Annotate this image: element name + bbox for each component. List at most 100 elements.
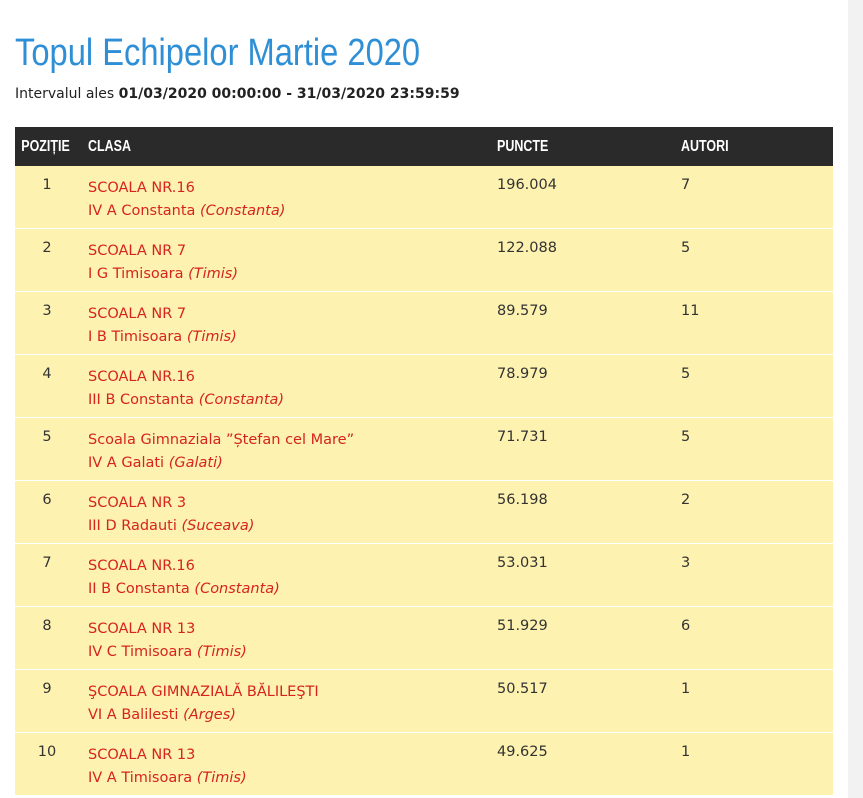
- table-row: 5 Scoala Gimnaziala ”Ștefan cel Mare” IV A…: [15, 418, 833, 481]
- row-points: 49.625: [497, 744, 548, 760]
- header-position[interactable]: POZIȚIE: [15, 138, 72, 156]
- row-position: 4: [42, 366, 52, 382]
- interval-line: Intervalul ales 01/03/2020 00:00:00 - 31…: [15, 86, 460, 102]
- interval-label: Intervalul ales: [15, 86, 115, 102]
- row-class-cell: SCOALA NR 7I B Timisoara (Timis): [79, 292, 497, 354]
- row-class-cell: SCOALA NR 3 III D Radauti (Suceava): [79, 481, 497, 543]
- row-class-cell: SCOALA NR.16 III B Constanta (Constanta): [79, 355, 497, 417]
- school-link[interactable]: SCOALA NR.16: [88, 555, 497, 578]
- class-name[interactable]: IV A Constanta: [88, 203, 195, 219]
- interval-range: 01/03/2020 00:00:00 - 31/03/2020 23:59:5…: [118, 86, 460, 102]
- row-position: 10: [37, 744, 57, 760]
- class-link[interactable]: IV A Constanta (Constanta): [88, 200, 497, 223]
- table-row: 6 SCOALA NR 3 III D Radauti (Suceava) 56.19…: [15, 481, 833, 544]
- header-points[interactable]: PUNCTE: [497, 138, 641, 156]
- row-authors: 1: [681, 744, 691, 760]
- row-points: 56.198: [497, 492, 548, 508]
- table-row: 10 SCOALA NR 13 IV A Timisoara (Timis) 49.6…: [15, 733, 833, 796]
- row-position: 3: [42, 303, 52, 319]
- row-class-cell: SCOALA NR 13 IV A Timisoara (Timis): [79, 733, 497, 795]
- row-class-cell: ŞCOALA GIMNAZIALĂ BĂLILEŞTI VI A Balilest…: [79, 670, 497, 732]
- class-name[interactable]: IV A Galati: [88, 455, 164, 471]
- school-link[interactable]: Scoala Gimnaziala ”Ștefan cel Mare”: [88, 429, 497, 452]
- row-authors: 2: [681, 492, 691, 508]
- class-name[interactable]: VI A Balilesti: [88, 707, 178, 723]
- row-points: 50.517: [497, 681, 548, 697]
- row-points: 51.929: [497, 618, 548, 634]
- class-name[interactable]: II B Constanta: [88, 581, 190, 597]
- row-authors: 5: [681, 240, 691, 256]
- county-name[interactable]: (Arges): [183, 707, 236, 723]
- county-name[interactable]: (Suceava): [181, 518, 254, 534]
- row-authors: 5: [681, 429, 691, 445]
- county-name[interactable]: (Constanta): [199, 392, 284, 408]
- school-link[interactable]: SCOALA NR 13: [88, 744, 497, 767]
- page-content: Topul Echipelor Martie 2020 Intervalul a…: [0, 0, 848, 798]
- class-link[interactable]: VI A Balilesti (Arges): [88, 704, 497, 727]
- row-position: 8: [42, 618, 52, 634]
- row-authors: 11: [681, 303, 700, 319]
- county-name[interactable]: (Timis): [197, 770, 247, 786]
- scrollbar-gutter[interactable]: [848, 0, 863, 798]
- class-name[interactable]: I B Timisoara: [88, 329, 182, 345]
- row-points: 89.579: [497, 303, 548, 319]
- school-link[interactable]: SCOALA NR.16: [88, 177, 497, 200]
- row-authors: 7: [681, 177, 691, 193]
- class-name[interactable]: I G Timisoara: [88, 266, 183, 282]
- class-link[interactable]: I G Timisoara (Timis): [88, 263, 497, 286]
- row-authors: 5: [681, 366, 691, 382]
- school-link[interactable]: SCOALA NR 7: [88, 240, 497, 263]
- row-points: 53.031: [497, 555, 548, 571]
- table-row: 2 SCOALA NR 7I G Timisoara (Timis) 122.088…: [15, 229, 833, 292]
- table-row: 1 SCOALA NR.16 IV A Constanta (Constanta) 1…: [15, 166, 833, 229]
- header-class[interactable]: CLASA: [88, 138, 407, 156]
- table-header: POZIȚIE CLASA PUNCTE AUTORI: [15, 127, 833, 166]
- table-row: 9 ŞCOALA GIMNAZIALĂ BĂLILEŞTI VI A Baliles…: [15, 670, 833, 733]
- school-link[interactable]: SCOALA NR 7: [88, 303, 497, 326]
- class-link[interactable]: III B Constanta (Constanta): [88, 389, 497, 412]
- table-body: 1 SCOALA NR.16 IV A Constanta (Constanta) 1…: [15, 166, 833, 796]
- row-position: 7: [42, 555, 52, 571]
- row-points: 122.088: [497, 240, 557, 256]
- row-position: 5: [42, 429, 52, 445]
- county-name[interactable]: (Timis): [197, 644, 247, 660]
- row-position: 6: [42, 492, 52, 508]
- class-name[interactable]: III B Constanta: [88, 392, 194, 408]
- teams-ranking-table: POZIȚIE CLASA PUNCTE AUTORI 1 SCOALA NR.1…: [15, 127, 833, 796]
- class-name[interactable]: IV A Timisoara: [88, 770, 192, 786]
- table-row: 3 SCOALA NR 7I B Timisoara (Timis) 89.579 1…: [15, 292, 833, 355]
- county-name[interactable]: (Timis): [188, 266, 238, 282]
- class-link[interactable]: III D Radauti (Suceava): [88, 515, 497, 538]
- row-authors: 3: [681, 555, 691, 571]
- county-name[interactable]: (Galati): [169, 455, 223, 471]
- school-link[interactable]: SCOALA NR 3: [88, 492, 497, 515]
- row-class-cell: SCOALA NR.16 II B Constanta (Constanta): [79, 544, 497, 606]
- row-position: 2: [42, 240, 52, 256]
- row-position: 9: [42, 681, 52, 697]
- county-name[interactable]: (Constanta): [200, 203, 285, 219]
- class-link[interactable]: IV A Galati (Galati): [88, 452, 497, 475]
- row-points: 71.731: [497, 429, 548, 445]
- row-class-cell: Scoala Gimnaziala ”Ștefan cel Mare” IV A …: [79, 418, 497, 480]
- page-title: Topul Echipelor Martie 2020: [15, 32, 421, 74]
- class-link[interactable]: IV A Timisoara (Timis): [88, 767, 497, 790]
- county-name[interactable]: (Constanta): [194, 581, 279, 597]
- class-name[interactable]: III D Radauti: [88, 518, 177, 534]
- class-link[interactable]: IV C Timisoara (Timis): [88, 641, 497, 664]
- class-link[interactable]: I B Timisoara (Timis): [88, 326, 497, 349]
- row-class-cell: SCOALA NR.16 IV A Constanta (Constanta): [79, 166, 497, 228]
- table-row: 4 SCOALA NR.16 III B Constanta (Constanta)…: [15, 355, 833, 418]
- row-authors: 6: [681, 618, 691, 634]
- school-link[interactable]: ŞCOALA GIMNAZIALĂ BĂLILEŞTI: [88, 681, 497, 704]
- class-link[interactable]: II B Constanta (Constanta): [88, 578, 497, 601]
- school-link[interactable]: SCOALA NR.16: [88, 366, 497, 389]
- row-points: 78.979: [497, 366, 548, 382]
- header-authors[interactable]: AUTORI: [681, 138, 800, 156]
- table-row: 7 SCOALA NR.16 II B Constanta (Constanta) 5…: [15, 544, 833, 607]
- row-authors: 1: [681, 681, 691, 697]
- county-name[interactable]: (Timis): [187, 329, 237, 345]
- class-name[interactable]: IV C Timisoara: [88, 644, 192, 660]
- row-class-cell: SCOALA NR 7I G Timisoara (Timis): [79, 229, 497, 291]
- school-link[interactable]: SCOALA NR 13: [88, 618, 497, 641]
- row-points: 196.004: [497, 177, 557, 193]
